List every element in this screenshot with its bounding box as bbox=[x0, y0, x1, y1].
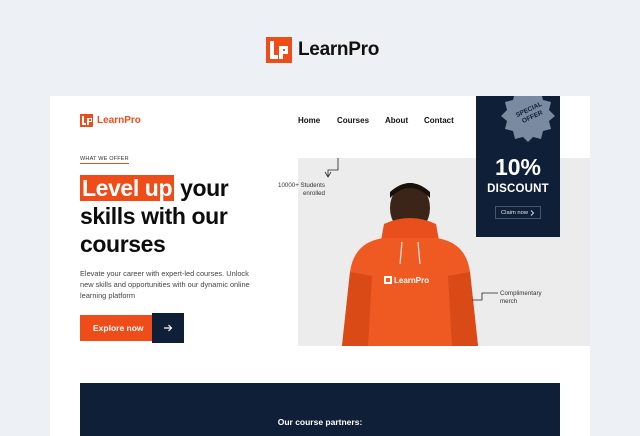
explore-now-button[interactable]: Explore now bbox=[80, 313, 184, 343]
logo-mark-icon bbox=[80, 114, 93, 127]
students-enrolled-note: 10000+ Students enrolled bbox=[278, 182, 325, 198]
partners-heading: Our course partners: bbox=[277, 417, 363, 427]
landing-page-card: LearnPro Home Courses About Contact WHAT… bbox=[50, 96, 590, 436]
chevron-right-icon bbox=[530, 209, 535, 216]
hero-headline: Level up your skills with our courses bbox=[80, 174, 270, 258]
top-brand-logo: LearnPro bbox=[266, 37, 379, 63]
merch-note-line-1: Complimentary bbox=[500, 290, 542, 297]
claim-label: Claim now bbox=[500, 209, 529, 216]
top-brand-name: LearnPro bbox=[298, 39, 380, 60]
course-partners-section: Our course partners: bbox=[80, 383, 560, 436]
logo-mark-icon bbox=[266, 37, 292, 63]
headline-highlight: Level up bbox=[80, 175, 175, 201]
nav-link-courses[interactable]: Courses bbox=[337, 116, 369, 125]
nav-logo[interactable]: LearnPro bbox=[80, 114, 141, 127]
students-pointer-line bbox=[324, 158, 339, 178]
merch-note-line-2: merch bbox=[500, 298, 518, 305]
nav-link-about[interactable]: About bbox=[385, 116, 408, 125]
nav-link-contact[interactable]: Contact bbox=[424, 116, 454, 125]
merch-pointer-line bbox=[472, 292, 498, 301]
students-note-line-1: 10000+ Students bbox=[278, 182, 325, 189]
hoodie-logo-text: LearnPro bbox=[394, 276, 429, 285]
nav-brand-name: LearnPro bbox=[97, 115, 141, 126]
explore-button-label: Explore now bbox=[93, 323, 144, 333]
students-note-line-2: enrolled bbox=[302, 190, 325, 197]
arrow-right-icon bbox=[152, 313, 184, 343]
headline-line-3: courses bbox=[80, 231, 166, 257]
eyebrow-label: WHAT WE OFFER bbox=[80, 156, 129, 164]
nav-link-home[interactable]: Home bbox=[298, 116, 320, 125]
student-in-hoodie-image: LearnPro bbox=[342, 183, 478, 346]
headline-line-2: skills with our bbox=[80, 203, 228, 229]
complimentary-merch-note: Complimentary merch bbox=[500, 290, 542, 306]
discount-label: DISCOUNT bbox=[487, 183, 549, 195]
discount-percent: 10% bbox=[494, 154, 542, 180]
hero-subtitle: Elevate your career with expert-led cour… bbox=[80, 269, 250, 300]
headline-part: your bbox=[174, 175, 229, 201]
claim-now-button[interactable]: Claim now bbox=[495, 206, 541, 219]
